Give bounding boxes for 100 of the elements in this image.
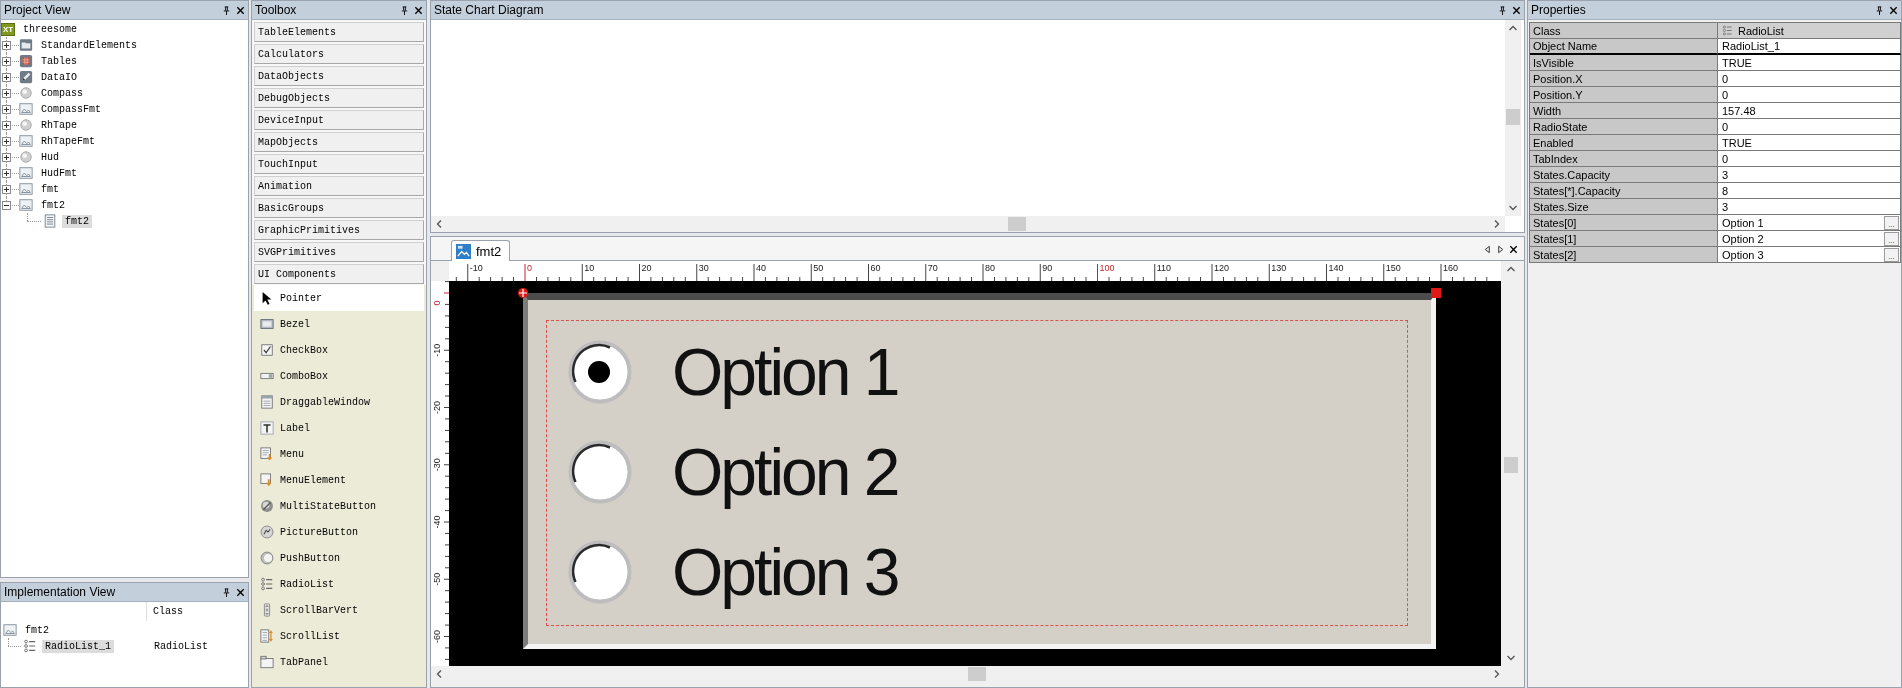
tree-item[interactable]: fmt2	[38, 198, 68, 212]
close-icon[interactable]	[236, 5, 245, 15]
radio-circle-icon[interactable]	[568, 440, 632, 504]
plus-box-icon[interactable]	[2, 56, 11, 66]
scrollbar-thumb[interactable]	[1506, 109, 1520, 125]
property-value[interactable]: 0	[1718, 151, 1901, 167]
toolbox-item[interactable]: CheckBox	[254, 337, 424, 363]
property-value[interactable]: TRUE	[1718, 135, 1901, 151]
toolbox-item[interactable]: ScrollList	[254, 623, 424, 649]
pin-icon[interactable]	[1875, 5, 1884, 15]
tree-item[interactable]: DataIO	[38, 70, 80, 84]
toolbox-category[interactable]: UI Components	[254, 264, 424, 284]
tree-item[interactable]: Compass	[38, 86, 86, 100]
plus-box-icon[interactable]	[2, 40, 11, 50]
close-icon[interactable]	[1889, 5, 1898, 15]
tree-item[interactable]: fmt2	[22, 623, 52, 637]
toolbox-category[interactable]: TouchInput	[254, 154, 424, 174]
toolbox-item[interactable]: PushButton	[254, 545, 424, 571]
property-value[interactable]: RadioList_1	[1718, 39, 1901, 55]
plus-box-icon[interactable]	[2, 152, 11, 162]
pin-icon[interactable]	[222, 5, 231, 15]
tree-item[interactable]: RhTape	[38, 118, 80, 132]
radio-circle-icon[interactable]	[568, 340, 632, 404]
toolbox-category[interactable]: DeviceInput	[254, 110, 424, 130]
scrollbar-thumb[interactable]	[1504, 457, 1518, 473]
resize-handle-icon[interactable]	[1431, 288, 1441, 298]
horizontal-scrollbar[interactable]	[431, 216, 1505, 232]
property-value[interactable]: 3	[1718, 167, 1901, 183]
pin-icon[interactable]	[222, 587, 231, 597]
toolbox-category[interactable]: Calculators	[254, 44, 424, 64]
close-icon[interactable]	[1509, 245, 1518, 254]
close-icon[interactable]	[236, 587, 245, 597]
tree-item[interactable]: RadioList_1	[42, 639, 114, 653]
tree-item[interactable]: Tables	[38, 54, 80, 68]
ellipsis-button[interactable]: ...	[1884, 215, 1899, 230]
ellipsis-button[interactable]: ...	[1884, 231, 1899, 246]
radio-option[interactable]: Option 1	[547, 322, 1407, 422]
left-triangle-icon[interactable]	[1483, 245, 1492, 254]
ellipsis-button[interactable]: ...	[1884, 247, 1899, 262]
resize-handle-icon[interactable]	[517, 287, 529, 299]
tree-item[interactable]: fmt	[38, 182, 62, 196]
scrollbar-thumb[interactable]	[968, 667, 986, 681]
toolbox-category[interactable]: SVGPrimitives	[254, 242, 424, 262]
toolbox-item[interactable]: ComboBox	[254, 363, 424, 389]
radio-option[interactable]: Option 2	[547, 422, 1407, 522]
toolbox-item[interactable]: DraggableWindow	[254, 389, 424, 415]
minus-box-icon[interactable]	[2, 200, 11, 210]
plus-box-icon[interactable]	[2, 168, 11, 178]
pin-icon[interactable]	[1498, 5, 1507, 15]
property-value[interactable]: Option 3 ...	[1718, 247, 1901, 263]
plus-box-icon[interactable]	[2, 88, 11, 98]
vertical-scrollbar[interactable]	[1505, 20, 1521, 216]
plus-box-icon[interactable]	[2, 120, 11, 130]
property-value[interactable]: 157.48	[1718, 103, 1901, 119]
property-value[interactable]: 0	[1718, 71, 1901, 87]
plus-box-icon[interactable]	[2, 104, 11, 114]
scrollbar-thumb[interactable]	[1008, 217, 1026, 231]
toolbox-item[interactable]: PictureButton	[254, 519, 424, 545]
pin-icon[interactable]	[400, 5, 409, 15]
toolbox-category[interactable]: Animation	[254, 176, 424, 196]
toolbox-item[interactable]: Label	[254, 415, 424, 441]
toolbox-item[interactable]: MultiStateButton	[254, 493, 424, 519]
column-header[interactable]: Class	[147, 606, 183, 617]
right-triangle-icon[interactable]	[1496, 245, 1505, 254]
tree-item[interactable]: threesome	[20, 22, 80, 36]
property-value[interactable]: Option 1 ...	[1718, 215, 1901, 231]
toolbox-item[interactable]: ScrollBarVert	[254, 597, 424, 623]
radio-option[interactable]: Option 3	[547, 522, 1407, 622]
toolbox-item[interactable]: RadioList	[254, 571, 424, 597]
tree-item[interactable]: fmt2	[62, 214, 92, 228]
property-value[interactable]: 0	[1718, 119, 1901, 135]
close-icon[interactable]	[414, 5, 423, 15]
tree-item[interactable]: CompassFmt	[38, 102, 104, 116]
close-icon[interactable]	[1512, 5, 1521, 15]
property-value[interactable]: 8	[1718, 183, 1901, 199]
radio-list-widget[interactable]: Option 1 Option 2 Option 3	[523, 293, 1436, 649]
property-value[interactable]: TRUE	[1718, 55, 1901, 71]
property-value[interactable]: RadioList	[1718, 23, 1901, 39]
property-value[interactable]: 0	[1718, 87, 1901, 103]
toolbox-category[interactable]: DebugObjects	[254, 88, 424, 108]
toolbox-item[interactable]: Menu	[254, 441, 424, 467]
toolbox-category[interactable]: MapObjects	[254, 132, 424, 152]
toolbox-category[interactable]: TableElements	[254, 22, 424, 42]
toolbox-category[interactable]: BasicGroups	[254, 198, 424, 218]
tree-item[interactable]: StandardElements	[38, 38, 140, 52]
property-value[interactable]: Option 2 ...	[1718, 231, 1901, 247]
toolbox-item[interactable]: MenuElement	[254, 467, 424, 493]
editor-tab[interactable]: fmt2	[451, 240, 511, 261]
toolbox-item[interactable]: Pointer	[254, 285, 424, 311]
radio-circle-icon[interactable]	[568, 540, 632, 604]
plus-box-icon[interactable]	[2, 72, 11, 82]
toolbox-category[interactable]: GraphicPrimitives	[254, 220, 424, 240]
plus-box-icon[interactable]	[2, 184, 11, 194]
toolbox-item[interactable]: TabPanel	[254, 649, 424, 675]
plus-box-icon[interactable]	[2, 136, 11, 146]
tree-item[interactable]: RhTapeFmt	[38, 134, 98, 148]
tree-item[interactable]: HudFmt	[38, 166, 80, 180]
toolbox-item[interactable]: Bezel	[254, 311, 424, 337]
toolbox-category[interactable]: DataObjects	[254, 66, 424, 86]
tree-item[interactable]: Hud	[38, 150, 62, 164]
